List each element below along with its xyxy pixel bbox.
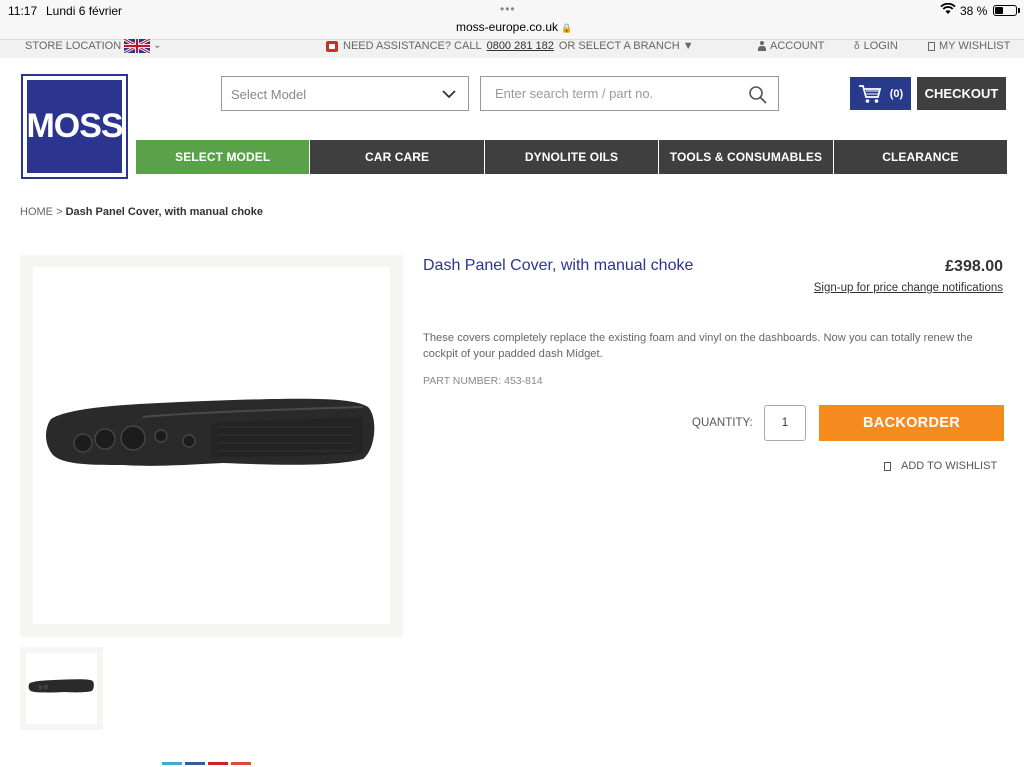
phone-link[interactable]: 0800 281 182 bbox=[487, 40, 554, 52]
thumbnail-frame bbox=[20, 647, 103, 730]
battery-icon bbox=[993, 5, 1017, 16]
quantity-label: QUANTITY: bbox=[692, 417, 753, 429]
phone-icon bbox=[326, 40, 338, 52]
user-icon bbox=[758, 41, 766, 51]
triangle-down-icon: ▼ bbox=[682, 40, 694, 52]
wishlist-icon bbox=[928, 41, 935, 51]
logo-text: MOSS bbox=[26, 107, 123, 145]
nav-item-dynolite-oils[interactable]: DYNOLITE OILS bbox=[484, 140, 659, 174]
cart-count: (0) bbox=[889, 87, 904, 100]
checkout-button[interactable]: CHECKOUT bbox=[917, 77, 1006, 110]
battery-tip bbox=[1018, 8, 1020, 13]
assistance-suffix: OR SELECT A BRANCH bbox=[558, 40, 680, 52]
model-select-value: Select Model bbox=[231, 87, 307, 102]
nav-item-clearance[interactable]: CLEARANCE bbox=[833, 140, 1008, 174]
store-location-label: STORE LOCATION bbox=[25, 39, 122, 52]
model-select[interactable]: Select Model bbox=[221, 76, 469, 111]
branch-selector[interactable]: OR SELECT A BRANCH ▼ bbox=[559, 40, 694, 52]
cart-button[interactable]: (0) bbox=[850, 77, 911, 110]
backorder-button[interactable]: BACKORDER bbox=[819, 405, 1004, 441]
battery-percent: 38 % bbox=[960, 4, 988, 18]
main-nav: SELECT MODEL CAR CARE DYNOLITE OILS TOOL… bbox=[136, 140, 1008, 174]
product-image[interactable] bbox=[33, 267, 390, 624]
uk-flag-icon bbox=[124, 38, 151, 53]
main-image-frame bbox=[20, 255, 403, 637]
chevron-down-icon: ⌄ bbox=[153, 40, 162, 51]
share-bar bbox=[162, 762, 251, 765]
pinterest-share-icon[interactable] bbox=[208, 762, 228, 765]
dash-panel-thumbnail bbox=[28, 679, 94, 693]
address-bar[interactable]: moss-europe.co.uk 🔒 bbox=[456, 20, 573, 34]
moss-logo[interactable]: MOSS bbox=[21, 74, 128, 179]
product-thumbnail[interactable] bbox=[26, 653, 97, 724]
breadcrumb-separator: > bbox=[56, 206, 63, 218]
wishlist-icon bbox=[884, 461, 891, 471]
search-input[interactable] bbox=[482, 78, 732, 109]
cart-icon bbox=[858, 84, 881, 103]
search-box bbox=[480, 76, 779, 111]
url-text: moss-europe.co.uk bbox=[456, 20, 559, 34]
status-time: 11:17 bbox=[8, 4, 38, 18]
product-price: £398.00 bbox=[945, 258, 1003, 275]
twitter-share-icon[interactable] bbox=[162, 762, 182, 765]
facebook-share-icon[interactable] bbox=[185, 762, 205, 765]
nav-item-tools-consumables[interactable]: TOOLS & CONSUMABLES bbox=[659, 140, 833, 174]
ios-status-bar: 11:17 Lundi 6 février ••• moss-europe.co… bbox=[0, 0, 1024, 40]
battery-level bbox=[995, 7, 1003, 14]
utility-bar: STORE LOCATION ⌄ NEED ASSISTANCE? CALL 0… bbox=[0, 38, 1024, 58]
google-plus-share-icon[interactable] bbox=[231, 762, 251, 765]
chevron-down-icon bbox=[442, 90, 456, 99]
add-to-wishlist-link[interactable]: ADD TO WISHLIST bbox=[884, 460, 997, 472]
status-date: Lundi 6 février bbox=[46, 4, 123, 18]
breadcrumb-current: Dash Panel Cover, with manual choke bbox=[65, 206, 264, 218]
nav-item-car-care[interactable]: CAR CARE bbox=[310, 140, 484, 174]
login-label: LOGIN bbox=[863, 40, 898, 52]
lock-icon: 🔒 bbox=[561, 23, 573, 33]
wifi-icon bbox=[940, 3, 956, 14]
account-label: ACCOUNT bbox=[770, 40, 825, 52]
key-icon: δ bbox=[854, 40, 860, 52]
login-link[interactable]: δ LOGIN bbox=[854, 40, 898, 52]
product-title: Dash Panel Cover, with manual choke bbox=[423, 257, 694, 274]
wishlist-link[interactable]: MY WISHLIST bbox=[928, 40, 1010, 52]
part-number: PART NUMBER: 453-814 bbox=[423, 375, 543, 387]
account-link[interactable]: ACCOUNT bbox=[758, 40, 824, 52]
dash-panel-image bbox=[46, 398, 375, 466]
quantity-input[interactable] bbox=[764, 405, 806, 441]
search-icon[interactable] bbox=[748, 85, 768, 105]
assistance-prefix: NEED ASSISTANCE? CALL bbox=[343, 40, 482, 52]
wishlist-label: MY WISHLIST bbox=[939, 40, 1011, 52]
assistance-info: NEED ASSISTANCE? CALL 0800 281 182 OR SE… bbox=[326, 40, 694, 52]
store-location-selector[interactable]: STORE LOCATION ⌄ bbox=[25, 38, 162, 53]
add-to-wishlist-label: ADD TO WISHLIST bbox=[901, 460, 998, 472]
breadcrumb: HOME > Dash Panel Cover, with manual cho… bbox=[20, 206, 263, 218]
nav-item-select-model[interactable]: SELECT MODEL bbox=[136, 140, 310, 174]
logo-background: MOSS bbox=[26, 80, 124, 173]
price-notification-link[interactable]: Sign-up for price change notifications bbox=[814, 282, 1003, 294]
breadcrumb-home[interactable]: HOME bbox=[20, 206, 53, 218]
tab-dots-icon[interactable]: ••• bbox=[500, 2, 516, 16]
product-description: These covers completely replace the exis… bbox=[423, 332, 973, 360]
